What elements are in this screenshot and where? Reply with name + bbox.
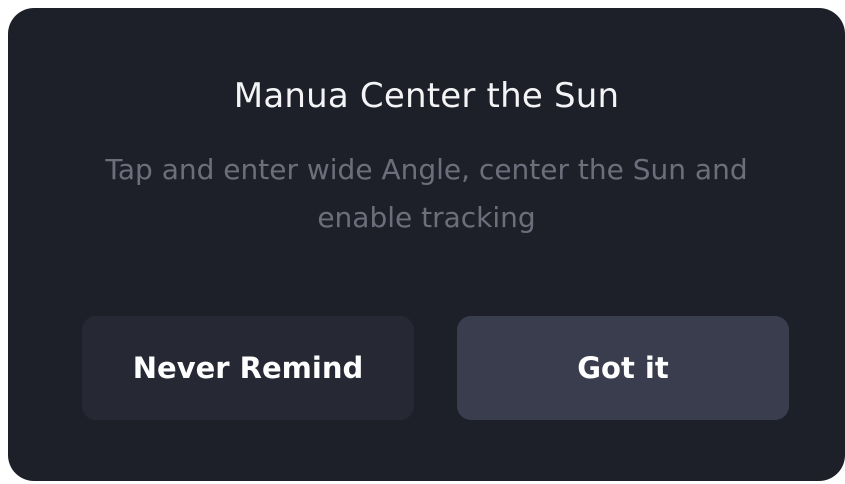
dialog-title: Manua Center the Sun [233,76,620,116]
never-remind-button[interactable]: Never Remind [82,316,414,420]
tip-dialog: Manua Center the Sun Tap and enter wide … [8,8,845,481]
got-it-button[interactable]: Got it [457,316,789,420]
dialog-message: Tap and enter wide Angle, center the Sun… [105,153,748,234]
